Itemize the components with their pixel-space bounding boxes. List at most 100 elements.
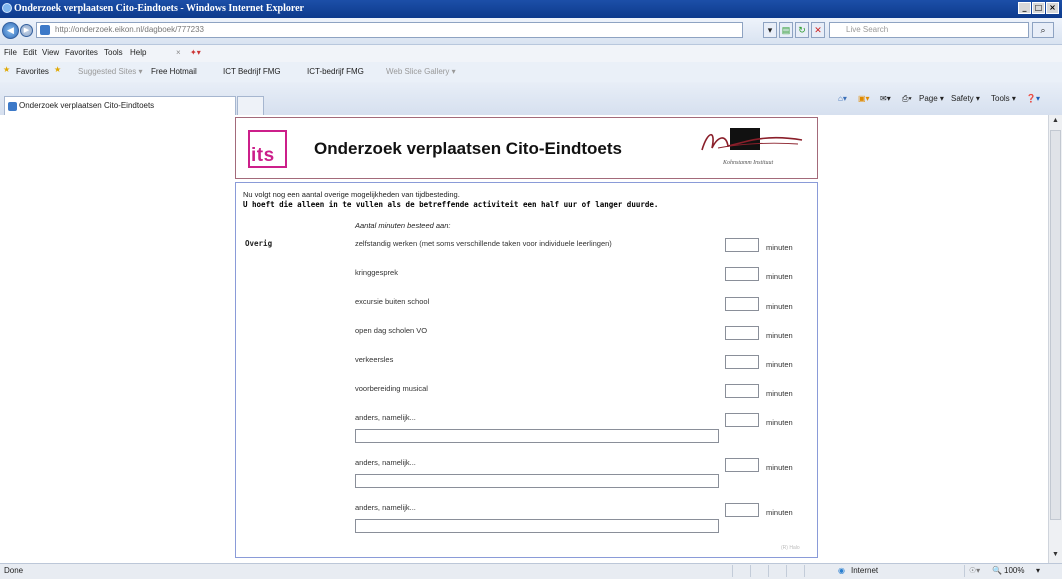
activity-label: voorbereiding musical xyxy=(355,384,428,393)
signature-caption: Kohnstamm Instituut xyxy=(723,160,774,166)
column-header: Aantal minuten besteed aan: xyxy=(355,221,451,230)
address-toolbar: ◀ ▶ http://onderzoek.eikon.nl/dagboek/77… xyxy=(0,18,1062,45)
other-activity-input[interactable] xyxy=(355,474,719,488)
address-dropdown-button[interactable]: ▾ xyxy=(763,22,777,38)
home-icon[interactable]: ⌂▾ xyxy=(838,94,847,103)
activity-label: anders, namelijk... xyxy=(355,458,416,467)
help-icon[interactable]: ❓▾ xyxy=(1026,94,1040,103)
fav-link-hotmail[interactable]: Free Hotmail xyxy=(151,67,197,76)
tab-label: Onderzoek verplaatsen Cito-Eindtoets xyxy=(19,101,155,110)
minutes-input[interactable] xyxy=(725,238,759,252)
zoom-icon[interactable]: 🔍 xyxy=(992,566,1002,575)
row-label: Overig xyxy=(245,239,273,248)
maximize-button[interactable]: □ xyxy=(1032,2,1045,14)
kohnstamm-signature-logo: Kohnstamm Instituut xyxy=(698,126,808,172)
zoom-dropdown-icon[interactable]: ▾ xyxy=(1036,566,1040,575)
close-button[interactable]: × xyxy=(1046,2,1059,14)
addon-icon[interactable]: ✦▾ xyxy=(190,48,201,57)
minutes-unit: minuten xyxy=(766,302,793,311)
minutes-input[interactable] xyxy=(725,384,759,398)
minutes-input[interactable] xyxy=(725,355,759,369)
forward-button[interactable]: ▶ xyxy=(20,24,33,37)
minutes-unit: minuten xyxy=(766,389,793,398)
menu-view[interactable]: View xyxy=(42,48,59,57)
survey-form: Nu volgt nog een aantal overige mogelijk… xyxy=(235,182,818,558)
activity-label: verkeersles xyxy=(355,355,394,364)
menu-file[interactable]: File xyxy=(4,48,17,57)
footer-mark: (R) Halo xyxy=(781,545,800,551)
fav-link-suggested[interactable]: Suggested Sites ▾ xyxy=(78,67,143,76)
minimize-button[interactable]: _ xyxy=(1018,2,1031,14)
minutes-unit: minuten xyxy=(766,243,793,252)
menu-help[interactable]: Help xyxy=(130,48,146,57)
safety-menu[interactable]: Safety ▾ xyxy=(951,94,980,103)
fav-link-ict-1[interactable]: ICT Bedrijf FMG xyxy=(223,67,281,76)
vertical-scrollbar[interactable]: ▲ ▼ xyxy=(1048,115,1062,563)
close-toolbar-icon[interactable]: × xyxy=(176,48,181,57)
tab-page-icon xyxy=(8,102,17,111)
new-tab-button[interactable] xyxy=(237,96,264,115)
security-zone: Internet xyxy=(851,566,879,575)
intro-text: Nu volgt nog een aantal overige mogelijk… xyxy=(243,190,460,199)
menu-favorites[interactable]: Favorites xyxy=(65,48,98,57)
window-title: Onderzoek verplaatsen Cito-Eindtoets - W… xyxy=(14,3,304,14)
intro-instruction: U hoeft die alleen in te vullen als de b… xyxy=(243,200,659,209)
page-menu[interactable]: Page ▾ xyxy=(919,94,944,103)
fav-link-ict-2[interactable]: ICT-bedrijf FMG xyxy=(307,67,364,76)
activity-label: anders, namelijk... xyxy=(355,413,416,422)
mail-icon[interactable]: ✉▾ xyxy=(880,94,891,103)
minutes-input[interactable] xyxy=(725,297,759,311)
status-text: Done xyxy=(4,566,24,575)
menu-tools[interactable]: Tools xyxy=(104,48,123,57)
status-divider xyxy=(732,565,747,577)
status-divider xyxy=(786,565,801,577)
minutes-input[interactable] xyxy=(725,267,759,281)
window-title-bar: Onderzoek verplaatsen Cito-Eindtoets - W… xyxy=(0,0,1062,18)
minutes-input[interactable] xyxy=(725,413,759,427)
favorites-button[interactable]: Favorites xyxy=(16,67,49,76)
scroll-up-button[interactable]: ▲ xyxy=(1049,115,1062,127)
fav-link-webslice[interactable]: Web Slice Gallery ▾ xyxy=(386,67,456,76)
status-divider xyxy=(768,565,783,577)
page-icon xyxy=(40,25,50,35)
favorites-bar: ★ Favorites ★ Suggested Sites ▾ Free Hot… xyxy=(0,62,1062,83)
tab-current[interactable]: Onderzoek verplaatsen Cito-Eindtoets xyxy=(4,96,236,115)
compat-view-icon[interactable]: ▤ xyxy=(779,22,793,38)
tools-menu[interactable]: Tools ▾ xyxy=(991,94,1016,103)
activity-label: open dag scholen VO xyxy=(355,326,428,335)
status-divider xyxy=(804,565,819,577)
refresh-icon[interactable]: ↻ xyxy=(795,22,809,38)
search-input[interactable]: Live Search xyxy=(829,22,1029,38)
activity-label: anders, namelijk... xyxy=(355,503,416,512)
activity-label: kringgesprek xyxy=(355,268,398,277)
search-icon[interactable]: ⌕ xyxy=(1032,22,1054,38)
add-favorite-icon[interactable]: ★ xyxy=(54,65,61,74)
minutes-unit: minuten xyxy=(766,360,793,369)
menu-edit[interactable]: Edit xyxy=(23,48,37,57)
minutes-unit: minuten xyxy=(766,463,793,472)
scroll-thumb[interactable] xyxy=(1050,130,1061,520)
minutes-unit: minuten xyxy=(766,272,793,281)
protected-mode-icon[interactable]: ☉▾ xyxy=(969,566,980,575)
print-icon[interactable]: ⎙▾ xyxy=(902,94,912,104)
search-placeholder: Live Search xyxy=(846,25,889,34)
url-text: http://onderzoek.eikon.nl/dagboek/777233 xyxy=(55,25,205,34)
its-logo: its xyxy=(248,130,287,168)
minutes-input[interactable] xyxy=(725,458,759,472)
activity-label: zelfstandig werken (met soms verschillen… xyxy=(355,239,612,248)
back-button[interactable]: ◀ xyxy=(2,22,19,39)
page-header: its Onderzoek verplaatsen Cito-Eindtoets… xyxy=(235,117,818,179)
zoom-level[interactable]: 100% xyxy=(1004,566,1024,575)
minutes-input[interactable] xyxy=(725,503,759,517)
favorites-star-icon: ★ xyxy=(3,65,11,74)
other-activity-input[interactable] xyxy=(355,429,719,443)
address-input[interactable]: http://onderzoek.eikon.nl/dagboek/777233 xyxy=(36,22,743,38)
feeds-icon[interactable]: ▣▾ xyxy=(858,94,870,103)
other-activity-input[interactable] xyxy=(355,519,719,533)
minutes-input[interactable] xyxy=(725,326,759,340)
scroll-down-button[interactable]: ▼ xyxy=(1049,549,1062,561)
status-bar: Done ◉ Internet ☉▾ 🔍 100% ▾ xyxy=(0,563,1062,579)
page-title: Onderzoek verplaatsen Cito-Eindtoets xyxy=(314,139,622,158)
minutes-unit: minuten xyxy=(766,418,793,427)
stop-icon[interactable]: ✕ xyxy=(811,22,825,38)
